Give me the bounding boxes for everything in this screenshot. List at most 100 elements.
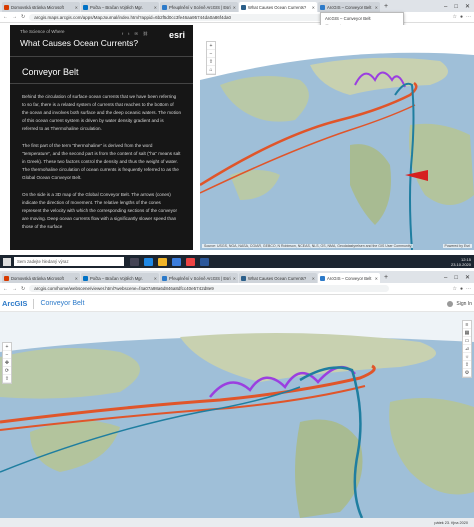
top-tab-3[interactable]: Přeuplnění v Scéně ArcGIS | Esri ✕ (160, 2, 238, 12)
close-window-button[interactable]: ✕ (465, 2, 470, 12)
minimize-button[interactable]: – (444, 273, 447, 283)
share-icon[interactable]: ⇪ (463, 361, 471, 369)
new-tab-button[interactable]: + (381, 273, 391, 283)
bottom-tab-3[interactable]: Přeuplnění v Scéně ArcGIS | Esri ✕ (160, 273, 238, 283)
tab-favicon-icon (4, 4, 9, 10)
taskbar-clock[interactable]: 12:15 23.10.2020 (451, 257, 471, 267)
taskbar-search-input[interactable]: Sem zadejte hledaný výraz (14, 257, 124, 266)
close-window-button[interactable]: ✕ (465, 273, 470, 283)
windows-start-icon[interactable] (3, 257, 11, 266)
story-header: The Science of Where What Causes Ocean C… (10, 25, 193, 57)
tab-favicon-icon (241, 4, 246, 10)
back-arrow-icon[interactable]: ← (3, 286, 8, 292)
globe-scene-large (0, 312, 474, 518)
slides-icon[interactable]: ▭ (463, 337, 471, 345)
story-title: What Causes Ocean Currents? (20, 38, 139, 48)
word-icon[interactable] (200, 257, 209, 266)
close-icon[interactable]: ✕ (375, 5, 378, 10)
top-tab-1[interactable]: Domovská stránka Microsoft ✕ (2, 2, 80, 12)
star-icon[interactable]: ☆ (452, 14, 456, 20)
close-icon[interactable]: ✕ (312, 276, 315, 281)
window-controls: – □ ✕ (444, 273, 474, 283)
url-field[interactable]: arcgis.com/home/webscene/viewer.html?web… (29, 285, 390, 292)
home-icon[interactable]: ⌂ (207, 66, 215, 74)
close-icon[interactable]: ✕ (233, 276, 236, 281)
profile-icon[interactable]: ● (460, 286, 463, 292)
zoom-in-button[interactable]: + (207, 42, 215, 50)
story-side-panel: The Science of Where What Causes Ocean C… (10, 25, 193, 250)
compass-icon[interactable]: ⇧ (207, 58, 215, 66)
maximize-button[interactable]: □ (454, 273, 458, 283)
close-icon[interactable]: ✕ (75, 276, 78, 281)
folder-icon[interactable] (158, 257, 167, 266)
new-tab-button[interactable]: + (381, 2, 391, 12)
paragraph-2: The first part of the term "thermohaline… (22, 143, 181, 180)
user-menu[interactable]: Sign In (447, 300, 472, 307)
scene-right-toolbar: ≡ ▦ ▭ ⊿ ☼ ⇪ ⚙ (462, 320, 472, 378)
section-heading: Conveyor Belt (10, 57, 193, 84)
window-controls: – □ ✕ (444, 2, 474, 12)
powered-by-esri[interactable]: Powered by Esri (442, 244, 472, 248)
minimize-button[interactable]: – (444, 2, 447, 12)
arcgis-header: ArcGIS Conveyor Belt Sign In (0, 296, 474, 312)
close-icon[interactable]: ✕ (233, 5, 236, 10)
maximize-button[interactable]: □ (454, 2, 458, 12)
mail-icon[interactable] (172, 257, 181, 266)
map-navigation-tools: + − ⇧ ⌂ (206, 41, 216, 75)
header-divider (33, 298, 35, 309)
bottom-tab-2[interactable]: Počta – Bračan Vojtěch Mgr. ✕ (81, 273, 159, 283)
tab-favicon-icon (320, 4, 325, 10)
close-icon[interactable]: ✕ (312, 5, 315, 10)
rotate-icon[interactable]: ⟳ (3, 367, 11, 375)
menu-icon[interactable]: ⋯ (466, 14, 471, 20)
bottom-tab-4[interactable]: What Causes Ocean Currents? ✕ (239, 273, 317, 283)
tab-favicon-icon (83, 275, 88, 281)
bottom-scene-view[interactable]: + − ✥ ⟳ ⇧ ≡ ▦ ▭ ⊿ ☼ ⇪ ⚙ (0, 312, 474, 518)
compass-icon[interactable]: ⇧ (3, 375, 11, 383)
star-icon[interactable]: ☆ (452, 286, 456, 292)
top-tab-4[interactable]: What Causes Ocean Currents? ✕ (239, 2, 317, 12)
basemap-icon[interactable]: ▦ (463, 329, 471, 337)
refresh-icon[interactable]: ↻ (21, 286, 25, 292)
avatar (447, 300, 454, 307)
profile-icon[interactable]: ● (460, 14, 463, 20)
settings-icon[interactable]: ⚙ (463, 369, 471, 377)
back-arrow-icon[interactable]: ← (3, 14, 8, 20)
zoom-in-button[interactable]: + (3, 343, 11, 351)
pan-icon[interactable]: ✥ (3, 359, 11, 367)
windows-taskbar: Sem zadejte hledaný výraz 12:15 23.10.20… (0, 255, 474, 268)
bottom-tab-1[interactable]: Domovská stránka Microsoft ✕ (2, 273, 80, 283)
measure-icon[interactable]: ⊿ (463, 345, 471, 353)
esri-logo[interactable]: esri (169, 30, 185, 40)
share-icons[interactable]: f t ✉ ⛓ (122, 31, 150, 36)
story-subtitle: The Science of Where (20, 29, 65, 34)
bottom-tab-5[interactable]: ArcGIS – Conveyor Belt ✕ (318, 273, 380, 283)
layers-icon[interactable]: ≡ (463, 321, 471, 329)
top-map-view[interactable]: + − ⇧ ⌂ Source: USGS, NGA, NASA, CGIAR, … (200, 25, 474, 250)
map-attribution: Source: USGS, NGA, NASA, CGIAR, GEBCO, N… (202, 244, 414, 248)
refresh-icon[interactable]: ↻ (21, 14, 25, 20)
clock-date: 23.10.2020 (450, 261, 471, 267)
top-tab-strip: Domovská stránka Microsoft ✕ Počta – Brač… (0, 0, 474, 12)
tab-favicon-icon (4, 275, 9, 281)
close-icon[interactable]: ✕ (154, 5, 157, 10)
tab-favicon-icon (241, 275, 246, 281)
close-icon[interactable]: ✕ (154, 276, 157, 281)
chrome-icon[interactable] (186, 257, 195, 266)
bottom-address-bar: ← → ↻ arcgis.com/home/webscene/viewer.ht… (0, 283, 474, 295)
top-tab-2[interactable]: Počta – Bračan Vojtěch Mgr. ✕ (81, 2, 159, 12)
daylight-icon[interactable]: ☼ (463, 353, 471, 361)
menu-icon[interactable]: ⋯ (466, 286, 471, 292)
zoom-out-button[interactable]: − (207, 50, 215, 58)
task-view-icon[interactable] (130, 257, 139, 266)
status-date: pátek 23. října 2020 (434, 520, 468, 525)
close-icon[interactable]: ✕ (375, 276, 378, 281)
forward-arrow-icon[interactable]: → (12, 286, 17, 292)
forward-arrow-icon[interactable]: → (12, 14, 17, 20)
arcgis-logo[interactable]: ArcGIS (2, 299, 27, 308)
close-icon[interactable]: ✕ (75, 5, 78, 10)
zoom-out-button[interactable]: − (3, 351, 11, 359)
bottom-tab-strip: Domovská stránka Microsoft ✕ Počta – Brač… (0, 271, 474, 283)
edge-icon[interactable] (144, 257, 153, 266)
top-tab-5[interactable]: ArcGIS – Conveyor Belt ✕ (318, 2, 380, 12)
